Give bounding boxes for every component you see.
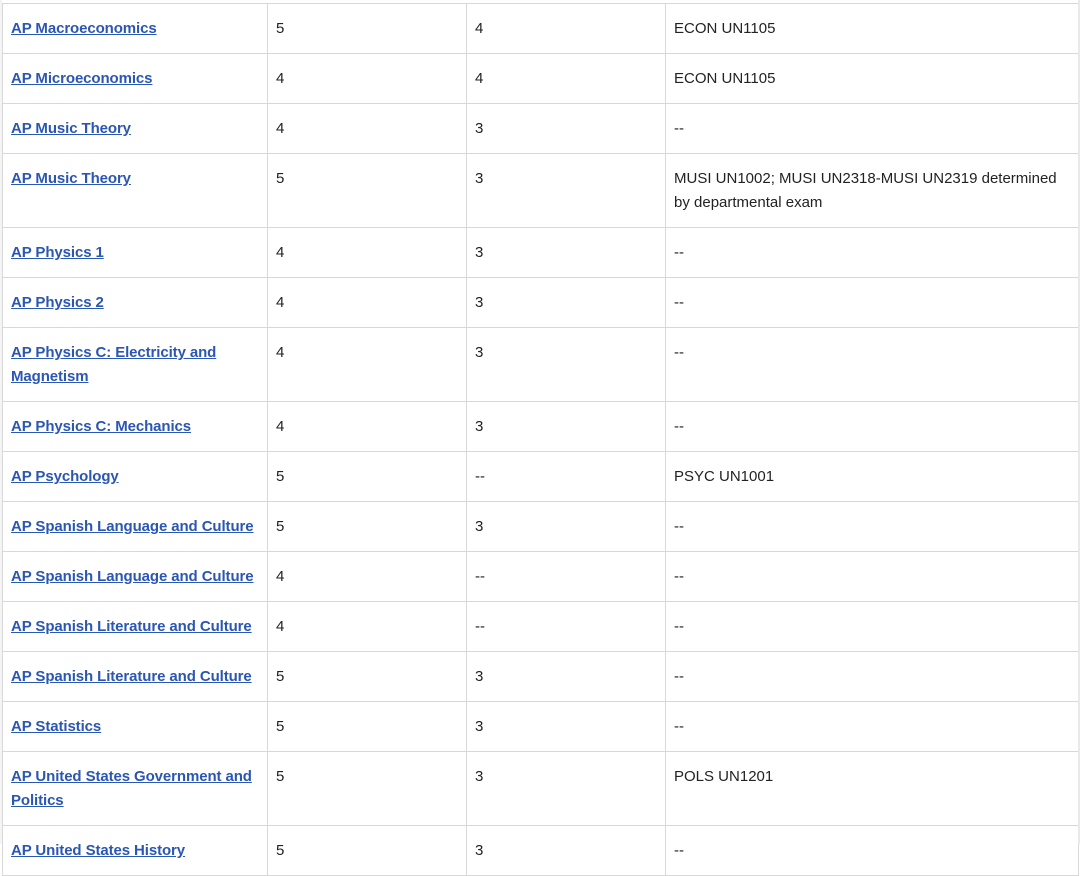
equivalent-cell: -- (665, 651, 1079, 702)
exam-cell: AP Statistics (2, 701, 268, 752)
points-cell: -- (466, 451, 666, 502)
exam-cell: AP United States Government and Politics (2, 751, 268, 826)
table-row: AP Spanish Language and Culture 4 -- -- (2, 551, 1079, 602)
points-cell: 3 (466, 701, 666, 752)
score-cell: 5 (267, 701, 467, 752)
score-cell: 5 (267, 501, 467, 552)
score-cell: 5 (267, 153, 467, 228)
exam-link[interactable]: AP Physics C: Mechanics (11, 418, 191, 435)
exam-cell: AP Spanish Language and Culture (2, 551, 268, 602)
exam-cell: AP Music Theory (2, 153, 268, 228)
table-row: AP Physics 1 4 3 -- (2, 227, 1079, 278)
score-cell: 4 (267, 601, 467, 652)
exam-link[interactable]: AP Spanish Literature and Culture (11, 618, 252, 635)
table-row: AP United States History 5 3 -- (2, 825, 1079, 876)
equivalent-cell: -- (665, 701, 1079, 752)
score-cell: 4 (267, 401, 467, 452)
exam-cell: AP Microeconomics (2, 53, 268, 104)
points-cell: -- (466, 551, 666, 602)
exam-link[interactable]: AP Spanish Language and Culture (11, 568, 254, 585)
equivalent-cell: -- (665, 401, 1079, 452)
points-cell: 3 (466, 825, 666, 876)
exam-cell: AP Physics 1 (2, 227, 268, 278)
exam-link[interactable]: AP United States Government and Politics (11, 768, 252, 809)
equivalent-cell: ECON UN1105 (665, 3, 1079, 54)
table-row: AP Music Theory 4 3 -- (2, 103, 1079, 154)
score-cell: 5 (267, 451, 467, 502)
points-cell: 3 (466, 651, 666, 702)
equivalent-cell: -- (665, 551, 1079, 602)
exam-link[interactable]: AP Psychology (11, 468, 119, 485)
equivalent-cell: -- (665, 277, 1079, 328)
equivalent-cell: -- (665, 825, 1079, 876)
table-row: AP Physics 2 4 3 -- (2, 277, 1079, 328)
equivalent-cell: POLS UN1201 (665, 751, 1079, 826)
points-cell: 3 (466, 153, 666, 228)
equivalent-cell: -- (665, 501, 1079, 552)
equivalent-cell: -- (665, 327, 1079, 402)
exam-link[interactable]: AP Macroeconomics (11, 20, 157, 37)
score-cell: 4 (267, 227, 467, 278)
score-cell: 5 (267, 651, 467, 702)
points-cell: 3 (466, 401, 666, 452)
table-row: AP Spanish Language and Culture 5 3 -- (2, 501, 1079, 552)
points-cell: 3 (466, 327, 666, 402)
score-cell: 4 (267, 103, 467, 154)
table-row: AP Macroeconomics 5 4 ECON UN1105 (2, 3, 1079, 54)
exam-cell: AP Spanish Literature and Culture (2, 651, 268, 702)
points-cell: 4 (466, 3, 666, 54)
score-cell: 4 (267, 277, 467, 328)
table-row: AP Physics C: Electricity and Magnetism … (2, 327, 1079, 402)
score-cell: 4 (267, 53, 467, 104)
score-cell: 5 (267, 3, 467, 54)
exam-cell: AP Physics C: Electricity and Magnetism (2, 327, 268, 402)
table-row: AP United States Government and Politics… (2, 751, 1079, 826)
exam-link[interactable]: AP Statistics (11, 718, 101, 735)
exam-cell: AP Spanish Literature and Culture (2, 601, 268, 652)
exam-link[interactable]: AP Spanish Literature and Culture (11, 668, 252, 685)
table-row: AP Spanish Literature and Culture 5 3 -- (2, 651, 1079, 702)
equivalent-cell: -- (665, 601, 1079, 652)
table-row: AP Microeconomics 4 4 ECON UN1105 (2, 53, 1079, 104)
ap-credit-table-container: AP Macroeconomics 5 4 ECON UN1105 AP Mic… (2, 3, 1079, 876)
table-row: AP Music Theory 5 3 MUSI UN1002; MUSI UN… (2, 153, 1079, 228)
exam-cell: AP Music Theory (2, 103, 268, 154)
exam-link[interactable]: AP United States History (11, 842, 185, 859)
exam-cell: AP Macroeconomics (2, 3, 268, 54)
equivalent-cell: PSYC UN1001 (665, 451, 1079, 502)
score-cell: 4 (267, 551, 467, 602)
exam-cell: AP Spanish Language and Culture (2, 501, 268, 552)
equivalent-cell: -- (665, 103, 1079, 154)
points-cell: 4 (466, 53, 666, 104)
points-cell: 3 (466, 103, 666, 154)
score-cell: 4 (267, 327, 467, 402)
score-cell: 5 (267, 751, 467, 826)
exam-cell: AP Physics 2 (2, 277, 268, 328)
exam-link[interactable]: AP Physics 1 (11, 244, 104, 261)
ap-credit-table: AP Macroeconomics 5 4 ECON UN1105 AP Mic… (2, 3, 1079, 876)
equivalent-cell: MUSI UN1002; MUSI UN2318-MUSI UN2319 det… (665, 153, 1079, 228)
exam-cell: AP Physics C: Mechanics (2, 401, 268, 452)
points-cell: -- (466, 601, 666, 652)
exam-link[interactable]: AP Music Theory (11, 170, 131, 187)
points-cell: 3 (466, 751, 666, 826)
points-cell: 3 (466, 277, 666, 328)
exam-cell: AP Psychology (2, 451, 268, 502)
score-cell: 5 (267, 825, 467, 876)
table-row: AP Psychology 5 -- PSYC UN1001 (2, 451, 1079, 502)
exam-link[interactable]: AP Spanish Language and Culture (11, 518, 254, 535)
equivalent-cell: ECON UN1105 (665, 53, 1079, 104)
exam-link[interactable]: AP Microeconomics (11, 70, 153, 87)
table-row: AP Spanish Literature and Culture 4 -- -… (2, 601, 1079, 652)
table-row: AP Statistics 5 3 -- (2, 701, 1079, 752)
exam-link[interactable]: AP Physics 2 (11, 294, 104, 311)
equivalent-cell: -- (665, 227, 1079, 278)
table-row: AP Physics C: Mechanics 4 3 -- (2, 401, 1079, 452)
points-cell: 3 (466, 501, 666, 552)
exam-link[interactable]: AP Physics C: Electricity and Magnetism (11, 344, 216, 385)
points-cell: 3 (466, 227, 666, 278)
exam-cell: AP United States History (2, 825, 268, 876)
exam-link[interactable]: AP Music Theory (11, 120, 131, 137)
